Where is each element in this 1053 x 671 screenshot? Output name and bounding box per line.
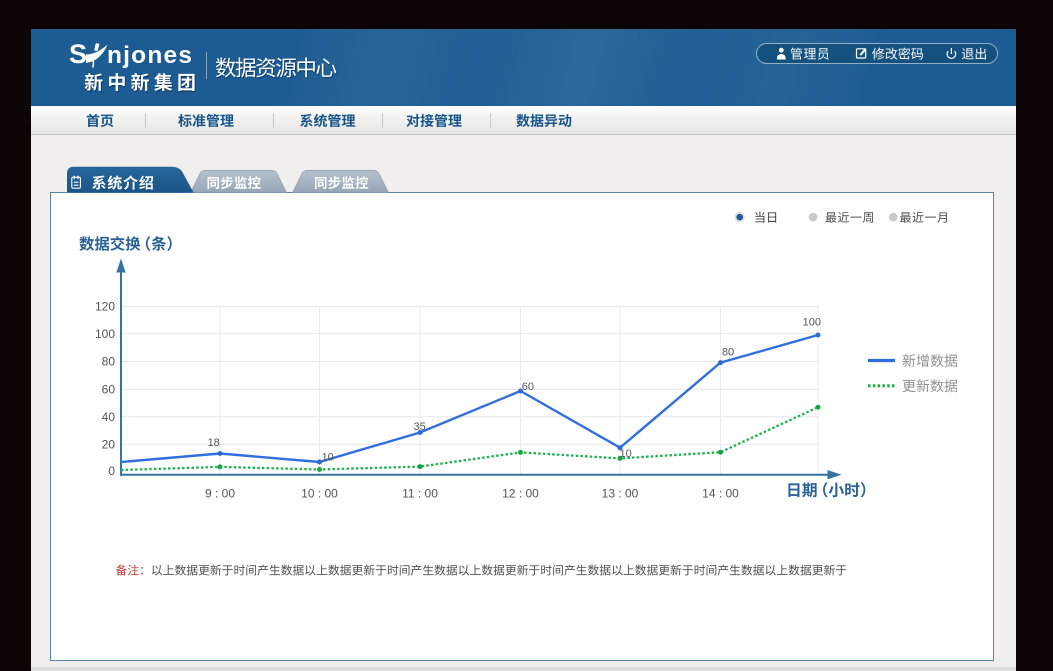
svg-text:60: 60: [102, 383, 116, 397]
svg-text:18: 18: [208, 437, 220, 449]
svg-text:80: 80: [102, 355, 116, 369]
svg-text:13 : 00: 13 : 00: [602, 486, 639, 500]
svg-text:40: 40: [102, 410, 116, 424]
svg-text:120: 120: [95, 300, 115, 314]
svg-text:S: S: [69, 39, 87, 69]
svg-text:9 : 00: 9 : 00: [205, 486, 235, 500]
svg-text:10: 10: [619, 448, 631, 460]
svg-text:80: 80: [722, 346, 734, 358]
svg-text:100: 100: [95, 327, 115, 341]
svg-text:60: 60: [522, 381, 534, 393]
svg-text:njones: njones: [107, 42, 193, 69]
svg-text:10: 10: [322, 452, 334, 464]
svg-text:10 : 00: 10 : 00: [301, 486, 338, 500]
svg-text:11 : 00: 11 : 00: [402, 486, 438, 500]
svg-text:12 : 00: 12 : 00: [502, 486, 539, 500]
svg-text:20: 20: [102, 438, 116, 452]
svg-text:100: 100: [803, 316, 821, 328]
svg-text:0: 0: [108, 464, 115, 478]
svg-text:14 : 00: 14 : 00: [702, 486, 739, 500]
svg-text:35: 35: [413, 421, 425, 433]
